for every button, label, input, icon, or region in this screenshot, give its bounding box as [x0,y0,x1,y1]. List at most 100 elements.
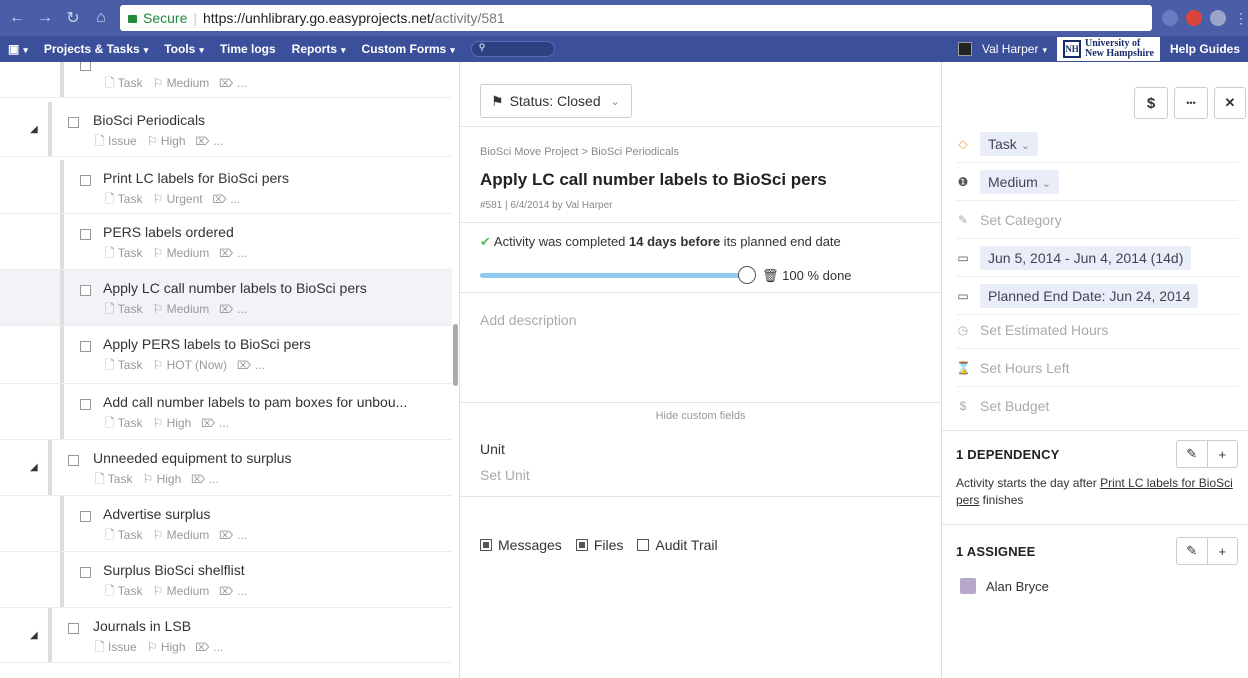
task-checkbox[interactable] [68,117,79,128]
breadcrumb[interactable]: BioSci Move Project > BioSci Periodicals [480,146,679,158]
back-icon[interactable]: ← [8,9,26,27]
task-row[interactable]: Apply LC call number labels to BioSci pe… [0,270,452,326]
adblock-icon[interactable] [1186,10,1202,26]
edit-dependency-icon[interactable]: ✎ [1177,441,1207,467]
task-row[interactable]: ◢ Unneeded equipment to surplus 🗋 Task ⚐ H… [0,440,452,496]
help-guides-link[interactable]: Help Guides [1170,42,1240,56]
prop-planned-end[interactable]: ▭ Planned End Date: Jun 24, 2014 [956,282,1199,310]
task-checkbox[interactable] [80,285,91,296]
tag-icon[interactable]: ⌦ [219,584,233,598]
task-row[interactable]: ◢ BioSci Periodicals 🗋 Issue ⚐ High ⌦ ... [0,102,452,157]
checkbox[interactable] [575,539,588,551]
menu-reports[interactable]: Reports ▾ [292,42,346,56]
hide-custom-fields-link[interactable]: Hide custom fields [460,410,941,422]
task-title[interactable]: Advertise surplus [103,506,210,522]
task-checkbox[interactable] [80,62,91,71]
task-row[interactable]: 🗋 Task ⚐ Medium ⌦ ... [0,62,452,98]
unit-input[interactable]: Set Unit [480,467,530,483]
task-row[interactable]: Print LC labels for BioSci pers 🗋 Task ⚐ … [0,160,452,214]
prop-type[interactable]: ◇ Task ⌄ [956,130,1038,158]
more-button[interactable]: ••• [1174,87,1208,119]
info-extension-icon[interactable] [1162,10,1178,26]
prop-category[interactable]: ✎ Set Category [956,206,1062,234]
menu-projects-tasks[interactable]: Projects & Tasks ▾ [44,42,148,56]
address-bar[interactable]: Secure | https://unhlibrary.go.easyproje… [120,5,1152,31]
task-title[interactable]: Print LC labels for BioSci pers [103,170,289,186]
prop-hours-left[interactable]: ⌛ Set Hours Left [956,354,1070,382]
task-row[interactable]: Apply PERS labels to BioSci pers 🗋 Task ⚐… [0,326,452,384]
tag-icon[interactable]: ⌦ [196,640,210,654]
prop-budget[interactable]: $ Set Budget [956,392,1050,420]
tab-messages[interactable]: Messages [480,537,562,553]
assignee-item[interactable]: Alan Bryce [960,578,1049,594]
tag-icon[interactable]: ⌦ [219,246,233,260]
tag-icon[interactable]: ⌦ [196,134,210,148]
reload-icon[interactable]: ↻ [64,8,82,28]
task-checkbox[interactable] [80,399,91,410]
tag-icon[interactable]: ⌦ [237,358,251,372]
task-checkbox[interactable] [80,567,91,578]
add-assignee-icon[interactable]: + [1206,538,1238,564]
tag-icon[interactable]: ⌦ [191,472,205,486]
trash-icon[interactable]: 🗑 [762,268,779,283]
task-row[interactable]: Add call number labels to pam boxes for … [0,384,452,440]
task-checkbox[interactable] [80,341,91,352]
menu-custom-forms[interactable]: Custom Forms ▾ [362,42,455,56]
tag-icon[interactable]: ⌦ [219,528,233,542]
tag-icon[interactable]: ⌦ [219,76,233,90]
task-title[interactable]: Unneeded equipment to surplus [93,450,291,466]
close-button[interactable]: ✕ [1214,87,1246,119]
task-checkbox[interactable] [80,511,91,522]
task-row[interactable]: Advertise surplus 🗋 Task ⚐ Medium ⌦ ... [0,496,452,552]
status-dropdown[interactable]: ⚑ Status: Closed ⌄ [480,84,632,118]
prop-dates[interactable]: ▭ Jun 5, 2014 - Jun 4, 2014 (14d) [956,244,1192,272]
forward-icon[interactable]: → [36,9,54,27]
task-row[interactable]: Surplus BioSci shelflist 🗋 Task ⚐ Medium … [0,552,452,608]
task-meta: 🗋 Task ⚐ Medium ⌦ ... [105,246,248,260]
prop-estimated-hours[interactable]: ◷ Set Estimated Hours [956,316,1109,344]
task-checkbox[interactable] [68,455,79,466]
tag-icon[interactable]: ⌦ [201,416,215,430]
task-row[interactable]: PERS labels ordered 🗋 Task ⚐ Medium ⌦ ... [0,214,452,270]
collapse-toggle-icon[interactable]: ◢ [30,630,38,641]
task-title[interactable]: Apply PERS labels to BioSci pers [103,336,311,352]
dollar-button[interactable]: $ [1134,87,1168,119]
checkbox[interactable] [480,539,492,551]
add-dependency-icon[interactable]: + [1206,441,1238,467]
task-row[interactable]: ◢ Journals in LSB 🗋 Issue ⚐ High ⌦ ... [0,608,452,663]
profile-icon[interactable] [1210,10,1226,26]
calendar-icon: ▭ [957,251,969,265]
checkbox[interactable] [637,539,650,551]
progress-bar[interactable] [480,273,740,278]
tag-icon[interactable]: ⌦ [213,192,227,206]
task-title[interactable]: PERS labels ordered [103,224,234,240]
tag-icon[interactable]: ⌦ [219,302,233,316]
task-checkbox[interactable] [80,229,91,240]
assignee-heading: 1 ASSIGNEE [956,544,1036,559]
home-bookmark-icon[interactable]: ▣ ▾ [8,42,28,56]
task-list-scrollbar[interactable] [453,324,458,386]
collapse-toggle-icon[interactable]: ◢ [30,462,38,473]
tab-files[interactable]: Files [575,537,623,553]
tab-audit-trail[interactable]: Audit Trail [637,537,718,553]
collapse-toggle-icon[interactable]: ◢ [30,124,38,135]
hierarchy-bar [60,552,64,607]
task-checkbox[interactable] [80,175,91,186]
task-title[interactable]: Journals in LSB [93,618,191,634]
menu-tools[interactable]: Tools ▾ [164,42,204,56]
home-icon[interactable]: ⌂ [92,9,110,27]
task-title[interactable]: Surplus BioSci shelflist [103,562,245,578]
menu-time-logs[interactable]: Time logs [220,42,276,56]
task-title[interactable]: Add call number labels to pam boxes for … [103,394,407,410]
task-title[interactable]: BioSci Periodicals [93,112,205,128]
file-icon: 🗋 [105,358,115,372]
progress-handle[interactable] [738,266,756,284]
task-meta: 🗋 Task ⚐ High ⌦ ... [105,416,230,430]
task-checkbox[interactable] [68,623,79,634]
browser-menu-icon[interactable]: ⋮ [1234,10,1248,26]
description-field[interactable]: Add description [480,312,577,328]
edit-assignee-icon[interactable]: ✎ [1177,538,1207,564]
activity-title[interactable]: Apply LC call number labels to BioSci pe… [480,170,827,190]
task-title[interactable]: Apply LC call number labels to BioSci pe… [103,280,367,296]
prop-priority[interactable]: ❶ Medium ⌄ [956,168,1059,196]
